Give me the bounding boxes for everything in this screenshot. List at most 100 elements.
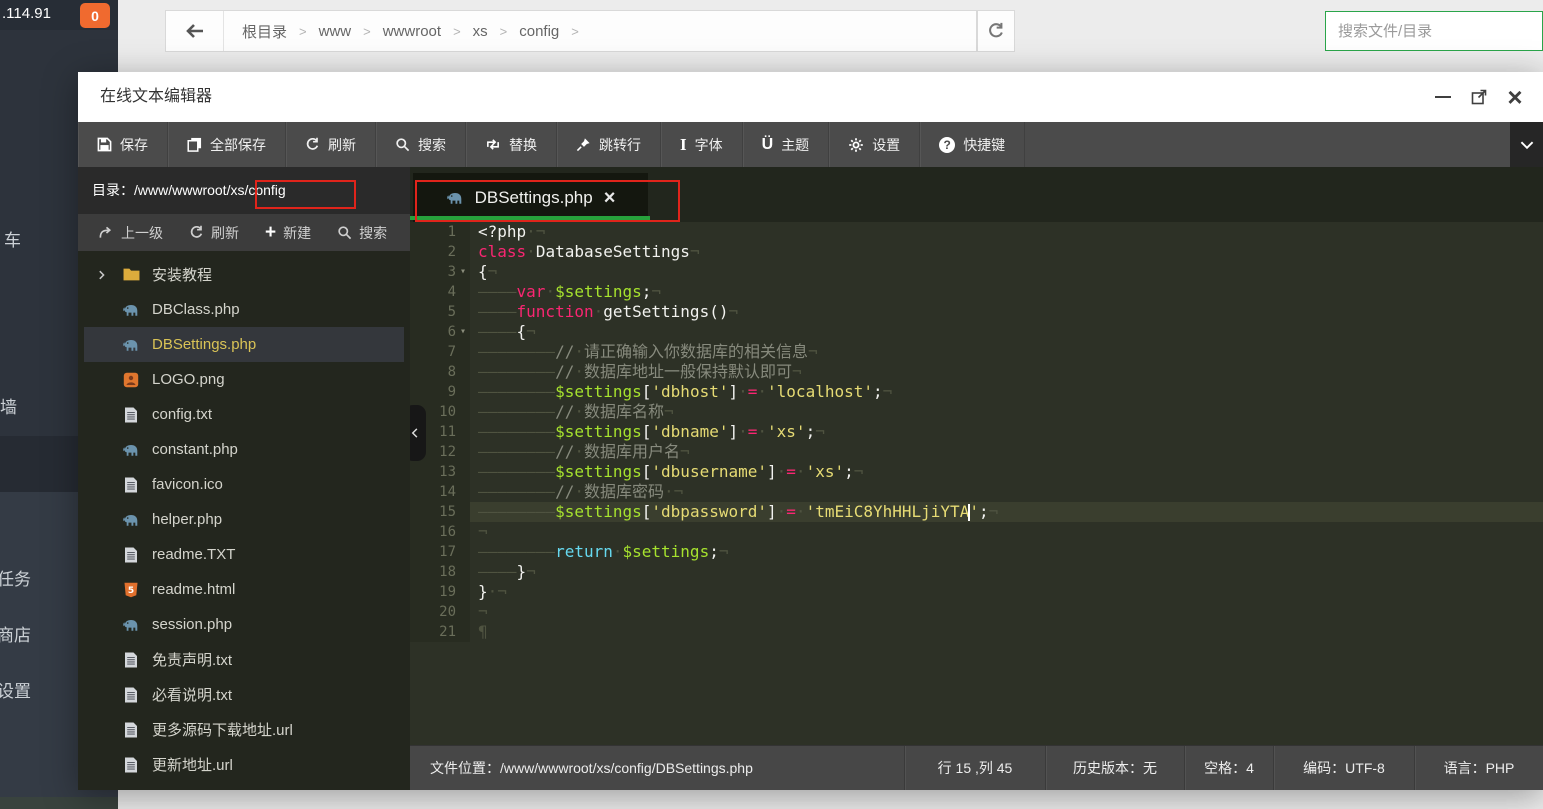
list-item-readme.TXT[interactable]: readme.TXT [78, 537, 410, 572]
list-item-constant.php[interactable]: constant.php [78, 432, 410, 467]
toolbar-button-goto-line[interactable]: 跳转行 [557, 122, 661, 167]
list-item-LOGO.png[interactable]: LOGO.png [78, 362, 410, 397]
text-icon [122, 722, 140, 738]
sidebar-partial-item: 商店 [0, 621, 31, 646]
tab-close-icon[interactable]: × [604, 188, 616, 208]
breadcrumb-item[interactable]: config [519, 23, 559, 40]
close-button[interactable]: × [1501, 83, 1529, 111]
file-name: 更新地址.url [152, 754, 233, 775]
search-icon [337, 225, 352, 240]
line-number: 9 [410, 382, 470, 402]
new-icon: + [265, 225, 276, 241]
maximize-button[interactable] [1465, 83, 1493, 111]
code-line-5: 5————function·getSettings()¬ [410, 302, 1543, 322]
gutter-spacer [456, 222, 470, 242]
toolbar-spacer [1025, 122, 1510, 167]
replace-icon [485, 137, 501, 152]
list-item-安装教程[interactable]: 安装教程 [78, 257, 410, 292]
toolbar-button-font[interactable]: I字体 [661, 122, 743, 167]
gutter-spacer [456, 422, 470, 442]
file-action-up-level[interactable]: 上一级 [98, 223, 163, 243]
save-all-icon [187, 137, 202, 152]
line-number: 8 [410, 362, 470, 382]
list-item-DBSettings.php[interactable]: DBSettings.php [84, 327, 404, 362]
file-name: helper.php [152, 511, 222, 528]
list-item-DBClass.php[interactable]: DBClass.php [78, 292, 410, 327]
breadcrumb-item[interactable]: www [319, 23, 352, 40]
breadcrumb-item[interactable]: wwwroot [383, 23, 441, 40]
search-input[interactable] [1325, 11, 1543, 51]
shortcut-icon: ? [939, 137, 955, 153]
file-name: readme.html [152, 581, 235, 598]
list-item-config.txt[interactable]: config.txt [78, 397, 410, 432]
toolbar-button-refresh[interactable]: 刷新 [286, 122, 376, 167]
toolbar-button-label: 主题 [781, 135, 809, 155]
gutter-spacer [456, 242, 470, 262]
toolbar-button-save-all[interactable]: 全部保存 [168, 122, 286, 167]
gutter-spacer [456, 542, 470, 562]
toolbar-button-save[interactable]: 保存 [78, 122, 168, 167]
toolbar-collapse-button[interactable] [1510, 122, 1543, 167]
list-item-favicon.ico[interactable]: favicon.ico [78, 467, 410, 502]
up-level-icon [98, 225, 114, 240]
list-item-helper.php[interactable]: helper.php [78, 502, 410, 537]
status-history-version[interactable]: 历史版本：无 [1045, 746, 1184, 790]
line-number: 14 [410, 482, 470, 502]
list-item-session.php[interactable]: session.php [78, 607, 410, 642]
file-name: constant.php [152, 441, 238, 458]
toolbar-button-theme[interactable]: Ü主题 [743, 122, 830, 167]
file-name: 更多源码下载地址.url [152, 719, 293, 740]
code-line-content: ————var·$settings;¬ [470, 282, 1543, 302]
file-action-refresh[interactable]: 刷新 [189, 223, 239, 243]
code-line-3: 3▾{¬ [410, 262, 1543, 282]
gutter-spacer [456, 282, 470, 302]
fold-arrow-icon[interactable]: ▾ [456, 262, 470, 282]
code-line-17: 17————————return·$settings;¬ [410, 542, 1543, 562]
sidebar-partial-item: 墙 [0, 393, 17, 418]
code-line-16: 16¬ [410, 522, 1543, 542]
toolbar-button-settings[interactable]: 设置 [829, 122, 920, 167]
gutter-spacer [456, 342, 470, 362]
status-spaces[interactable]: 空格：4 [1184, 746, 1273, 790]
file-action-search[interactable]: 搜索 [337, 223, 387, 243]
list-item-更新地址.url[interactable]: 更新地址.url [78, 747, 410, 782]
toolbar-button-replace[interactable]: 替换 [466, 122, 557, 167]
gutter-spacer [456, 602, 470, 622]
chevron-right-icon[interactable] [96, 268, 107, 281]
fold-arrow-icon[interactable]: ▾ [456, 322, 470, 342]
search-icon [395, 137, 410, 152]
toolbar-button-search[interactable]: 搜索 [376, 122, 466, 167]
status-encoding[interactable]: 编码：UTF-8 [1273, 746, 1414, 790]
editor-area: DBSettings.php × 1<?php·¬2class·Database… [410, 167, 1543, 745]
status-language[interactable]: 语言：PHP [1414, 746, 1543, 790]
gutter-spacer [456, 402, 470, 422]
toolbar-button-shortcut[interactable]: ?快捷键 [920, 122, 1025, 167]
code-editor[interactable]: 1<?php·¬2class·DatabaseSettings¬3▾{¬4———… [410, 222, 1543, 745]
file-name: 必看说明.txt [152, 684, 232, 705]
list-item-必看说明.txt[interactable]: 必看说明.txt [78, 677, 410, 712]
back-button[interactable] [166, 11, 224, 51]
refresh-directory-button[interactable] [977, 10, 1015, 52]
file-tree: 安装教程DBClass.phpDBSettings.phpLOGO.pngcon… [78, 251, 410, 790]
text-icon [122, 757, 140, 773]
sidebar-partial-item: 设置 [0, 677, 31, 702]
code-line-content: class·DatabaseSettings¬ [470, 242, 1543, 262]
svg-text:5: 5 [128, 586, 134, 596]
folder-icon [122, 267, 140, 282]
tab-dbsettings[interactable]: DBSettings.php × [413, 173, 648, 222]
code-line-19: 19}·¬ [410, 582, 1543, 602]
panel-collapse-handle[interactable] [410, 405, 426, 461]
line-number: 21 [410, 622, 470, 642]
file-action-new[interactable]: +新建 [265, 223, 311, 243]
file-action-label: 搜索 [359, 223, 387, 243]
minimize-button[interactable] [1429, 83, 1457, 111]
code-line-2: 2class·DatabaseSettings¬ [410, 242, 1543, 262]
code-line-content: ————{¬ [470, 322, 1543, 342]
breadcrumb-item[interactable]: 根目录 [242, 21, 287, 42]
list-item-免责声明.txt[interactable]: 免责声明.txt [78, 642, 410, 677]
breadcrumb-item[interactable]: xs [473, 23, 488, 40]
code-line-content: ¶ [470, 622, 1543, 642]
list-item-readme.html[interactable]: 5 readme.html [78, 572, 410, 607]
list-item-更多源码下载地址.url[interactable]: 更多源码下载地址.url [78, 712, 410, 747]
php-icon [122, 617, 140, 632]
